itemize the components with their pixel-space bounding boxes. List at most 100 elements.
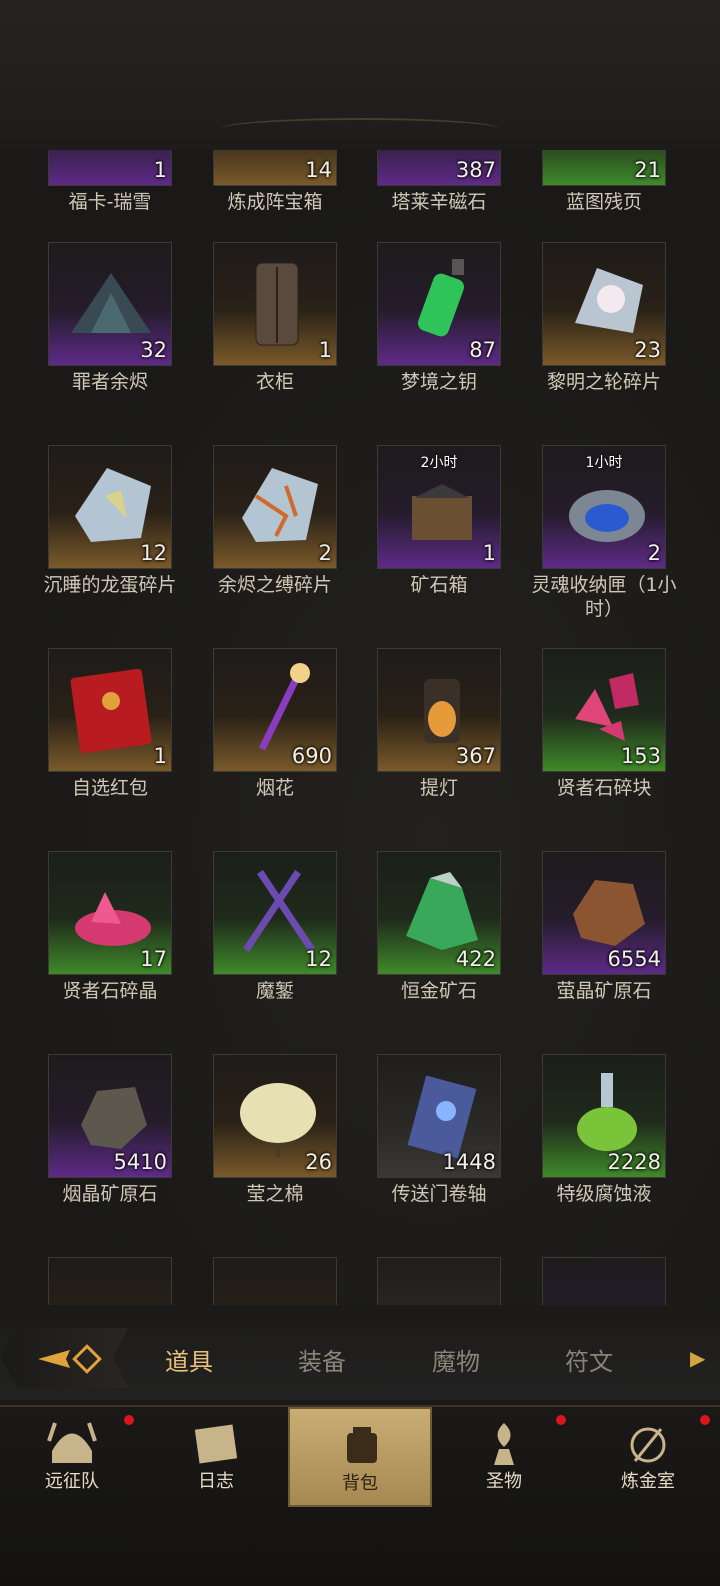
partial-icon — [555, 1268, 655, 1305]
item-name: 塔莱辛磁石 — [391, 191, 487, 213]
item-tile[interactable]: 2小时 1 — [377, 445, 501, 569]
item-tile[interactable]: 21 — [542, 150, 666, 186]
item-name: 传送门卷轴 — [391, 1183, 487, 1205]
item-tile[interactable]: 2228 — [542, 1054, 666, 1178]
item-tile[interactable]: 14 — [213, 150, 337, 186]
tab-items[interactable]: 道具 — [165, 1342, 213, 1377]
item-tile[interactable]: 1小时 2 — [542, 445, 666, 569]
partial-icon — [226, 1268, 326, 1305]
partial-icon — [61, 150, 161, 169]
item-count: 1 — [153, 158, 167, 182]
timer-label: 1小时 — [585, 455, 623, 471]
firework-icon — [258, 663, 310, 751]
item-count: 1 — [318, 338, 332, 362]
item-name: 贤者石碎块 — [556, 777, 652, 799]
item-count: 690 — [291, 744, 332, 768]
item-name: 自选红包 — [71, 777, 148, 799]
item-count: 387 — [455, 158, 496, 182]
item-tile[interactable]: 87 — [377, 242, 501, 366]
item-tile[interactable]: 2 — [213, 445, 337, 569]
item-tile[interactable]: 5410 — [48, 1054, 172, 1178]
notification-badge — [700, 1415, 710, 1425]
item-tile[interactable]: 12 — [48, 445, 172, 569]
item-name: 魔錾 — [255, 980, 294, 1002]
nav-label: 背包 — [342, 1473, 378, 1494]
item-tile[interactable]: 1 — [213, 242, 337, 366]
lantern-icon — [424, 679, 460, 743]
item-count: 2 — [647, 541, 661, 565]
nav-label: 炼金室 — [621, 1471, 675, 1492]
item-tile[interactable]: 26 — [213, 1054, 337, 1178]
item-name: 提灯 — [419, 777, 458, 799]
item-tile[interactable]: 6554 — [542, 851, 666, 975]
item-tile[interactable]: 690 — [213, 648, 337, 772]
partial-icon — [61, 1268, 161, 1305]
back-button[interactable] — [0, 1328, 128, 1388]
backpack-icon — [347, 1427, 377, 1463]
nav-journal[interactable]: 日志 — [144, 1407, 288, 1507]
nav-label: 圣物 — [486, 1471, 522, 1492]
item-count: 2 — [318, 541, 332, 565]
item-count: 12 — [140, 541, 167, 565]
item-count: 1 — [153, 744, 167, 768]
item-name: 余烬之缚碎片 — [217, 574, 332, 596]
item-count: 17 — [140, 947, 167, 971]
nav-label: 远征队 — [45, 1471, 99, 1492]
item-tile[interactable]: 1 — [48, 648, 172, 772]
nav-viking-helmet[interactable]: 远征队 — [0, 1407, 144, 1507]
alchemy-icon — [630, 1427, 666, 1463]
item-name: 罪者余烬 — [71, 371, 148, 393]
partial-icon — [390, 1268, 490, 1305]
item-count: 14 — [305, 158, 332, 182]
item-tile[interactable] — [377, 1257, 501, 1305]
item-tile[interactable]: 23 — [542, 242, 666, 366]
wardrobe-icon — [255, 262, 299, 346]
crystal-shard-icon — [575, 268, 643, 333]
tab-monsters[interactable]: 魔物 — [432, 1342, 480, 1377]
item-count: 23 — [634, 338, 661, 362]
item-count: 32 — [140, 338, 167, 362]
viking-helmet-icon — [47, 1422, 97, 1463]
tab-runes[interactable]: 符文 — [565, 1342, 613, 1377]
nav-relic[interactable]: 圣物 — [432, 1407, 576, 1507]
item-count: 1 — [482, 541, 496, 565]
item-name: 烟花 — [255, 777, 294, 799]
item-name: 贤者石碎晶 — [62, 980, 158, 1002]
item-name: 蓝图残页 — [565, 191, 642, 213]
item-name: 沉睡的龙蛋碎片 — [43, 574, 177, 596]
item-tile[interactable] — [48, 1257, 172, 1305]
brown-ore-icon — [573, 880, 645, 946]
item-count: 2228 — [607, 1150, 661, 1174]
item-tile[interactable]: 367 — [377, 648, 501, 772]
tab-equipment[interactable]: 装备 — [298, 1342, 346, 1377]
item-tile[interactable]: 387 — [377, 150, 501, 186]
nav-backpack[interactable]: 背包 — [288, 1407, 432, 1507]
nav-label: 日志 — [198, 1471, 234, 1492]
red-envelope-icon — [70, 668, 152, 754]
timer-label: 2小时 — [420, 455, 458, 471]
item-tile[interactable]: 422 — [377, 851, 501, 975]
item-count: 5410 — [113, 1150, 167, 1174]
item-tile[interactable]: 1448 — [377, 1054, 501, 1178]
item-name: 炼成阵宝箱 — [227, 191, 323, 213]
item-tile[interactable] — [213, 1257, 337, 1305]
nav-alchemy[interactable]: 炼金室 — [576, 1407, 720, 1507]
item-tile[interactable]: 153 — [542, 648, 666, 772]
next-tab-icon[interactable]: ▶ — [690, 1346, 705, 1370]
item-count: 367 — [455, 744, 496, 768]
item-name: 萤晶矿原石 — [556, 980, 652, 1002]
item-count: 87 — [469, 338, 496, 362]
scroll-icon — [407, 1075, 477, 1159]
item-count: 6554 — [607, 947, 661, 971]
item-count: 1448 — [442, 1150, 496, 1174]
item-tile[interactable] — [542, 1257, 666, 1305]
inventory-grid[interactable]: 1 福卡-瑞雪 14 炼成阵宝箱 387 塔莱辛磁石 21 蓝图残页 32 罪者余烬 1 衣柜 87 梦境… — [0, 150, 720, 1305]
top-ornament — [220, 118, 500, 140]
item-tile[interactable]: 12 — [213, 851, 337, 975]
item-name: 衣柜 — [255, 371, 294, 393]
item-count: 153 — [620, 744, 661, 768]
item-tile[interactable]: 1 — [48, 150, 172, 186]
item-tile[interactable]: 32 — [48, 242, 172, 366]
green-potion-icon — [417, 259, 465, 337]
item-tile[interactable]: 17 — [48, 851, 172, 975]
